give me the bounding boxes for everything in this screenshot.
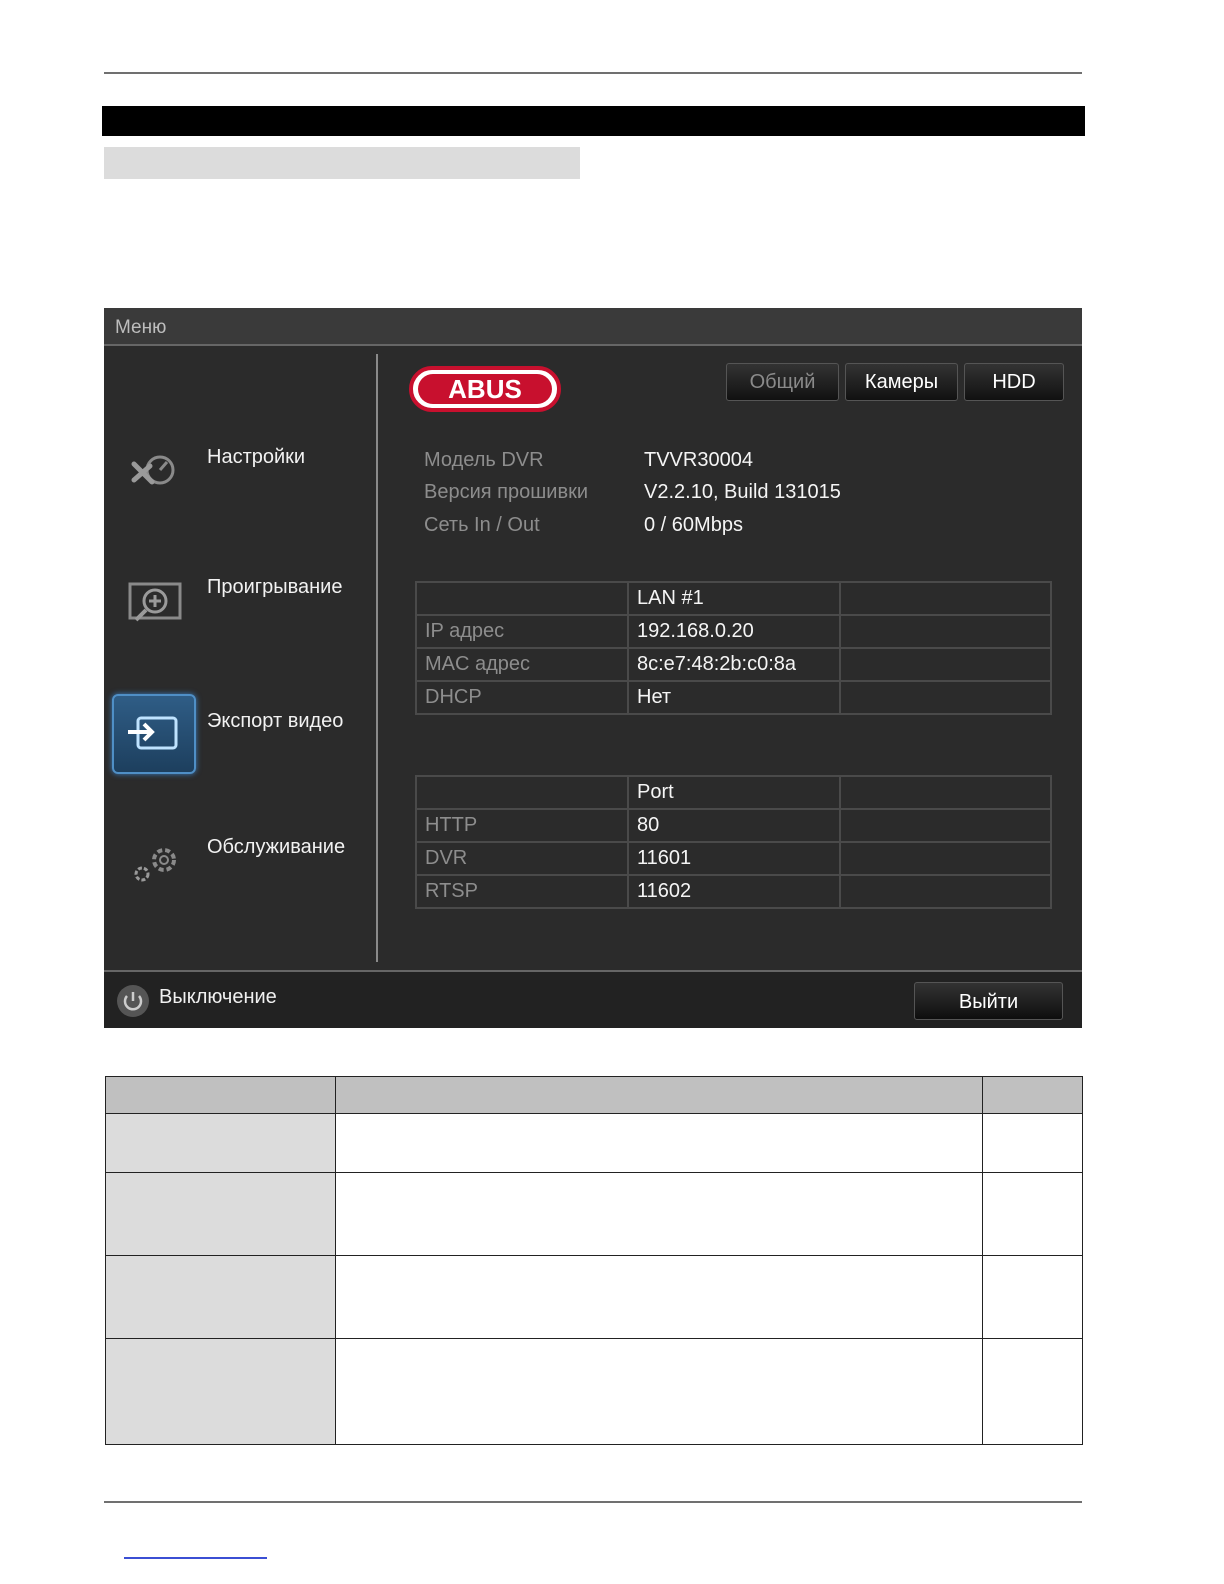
description-table	[105, 1076, 1083, 1445]
table-cell	[335, 1255, 983, 1339]
table-row: HTTP 80	[415, 808, 1052, 843]
table-cell	[839, 841, 1052, 876]
table-cell	[839, 614, 1052, 649]
dhcp-label: DHCP	[415, 680, 629, 715]
mac-label: MAC адрес	[415, 647, 629, 682]
table-cell	[982, 1172, 1083, 1256]
table-row: IP адрес 192.168.0.20	[415, 614, 1052, 649]
logo-text: ABUS	[448, 374, 522, 404]
table-cell	[105, 1338, 336, 1445]
ip-label: IP адрес	[415, 614, 629, 649]
table-cell	[839, 680, 1052, 715]
table-cell	[105, 1113, 336, 1173]
table-row: MAC адрес 8c:e7:48:2b:c0:8a	[415, 647, 1052, 682]
table-cell	[982, 1338, 1083, 1445]
playback-film-icon	[112, 560, 196, 640]
bottom-rule	[104, 1501, 1082, 1503]
sidebar-divider	[376, 354, 378, 962]
sidebar-item-settings[interactable]: Настройки	[112, 430, 374, 512]
abus-logo: ABUS	[409, 366, 561, 412]
table-cell	[415, 775, 629, 810]
gears-icon	[112, 820, 196, 900]
http-port-value: 80	[627, 808, 841, 843]
sidebar-item-maintenance[interactable]: Обслуживание	[112, 820, 374, 902]
table-row	[105, 1255, 1083, 1339]
lan-table: LAN #1 IP адрес 192.168.0.20 MAC адрес 8…	[415, 581, 1052, 715]
network-value: 0 / 60Mbps	[644, 514, 743, 536]
rtsp-label: RTSP	[415, 874, 629, 909]
window-title: Меню	[115, 317, 167, 338]
table-header-cell	[982, 1076, 1083, 1114]
table-row: RTSP 11602	[415, 874, 1052, 909]
table-row: DHCP Нет	[415, 680, 1052, 715]
table-cell	[982, 1255, 1083, 1339]
table-cell	[839, 874, 1052, 909]
footer-link-underline[interactable]	[124, 1557, 267, 1559]
table-cell	[105, 1255, 336, 1339]
sidebar-item-label: Обслуживание	[207, 836, 346, 858]
section-header-bar	[102, 106, 1085, 136]
table-cell	[415, 581, 629, 616]
export-folder-icon	[112, 694, 196, 774]
tab-hdd[interactable]: HDD	[964, 363, 1064, 401]
dvr-model-value: TVVR30004	[644, 449, 753, 471]
table-header-cell: LAN #1	[627, 581, 841, 616]
table-cell	[839, 775, 1052, 810]
sidebar-item-export-video[interactable]: Экспорт видео	[112, 694, 374, 776]
table-cell	[105, 1172, 336, 1256]
sidebar-item-label: Проигрывание	[207, 576, 343, 598]
table-row	[105, 1172, 1083, 1256]
table-header-row	[105, 1076, 1083, 1114]
network-label: Сеть In / Out	[424, 514, 540, 536]
shutdown-button[interactable]: Выключение	[159, 986, 277, 1009]
table-header-cell	[335, 1076, 983, 1114]
dvr-port-value: 11601	[627, 841, 841, 876]
table-cell	[982, 1113, 1083, 1173]
http-label: HTTP	[415, 808, 629, 843]
table-row	[105, 1338, 1083, 1445]
table-header-row: Port	[415, 775, 1052, 810]
firmware-value: V2.2.10, Build 131015	[644, 481, 841, 503]
table-header-cell: Port	[627, 775, 841, 810]
tab-cameras[interactable]: Камеры	[845, 363, 958, 401]
bottom-bar: Выключение Выйти	[104, 970, 1082, 1028]
settings-tools-icon	[112, 430, 196, 510]
table-cell	[839, 581, 1052, 616]
exit-button[interactable]: Выйти	[914, 982, 1063, 1020]
table-cell	[839, 647, 1052, 682]
table-row	[105, 1113, 1083, 1173]
tab-general[interactable]: Общий	[726, 363, 839, 401]
top-rule	[104, 72, 1082, 74]
dvr-model-label: Модель DVR	[424, 449, 544, 471]
sidebar-item-label: Настройки	[207, 446, 306, 468]
table-row: DVR 11601	[415, 841, 1052, 876]
dvr-screen: Меню Настройки Проигрывание Экспорт виде…	[104, 308, 1082, 1028]
firmware-label: Версия прошивки	[424, 481, 588, 503]
port-table: Port HTTP 80 DVR 11601 RTSP 11602	[415, 775, 1052, 909]
mac-value: 8c:e7:48:2b:c0:8a	[627, 647, 841, 682]
table-header-row: LAN #1	[415, 581, 1052, 616]
ip-value: 192.168.0.20	[627, 614, 841, 649]
dhcp-value: Нет	[627, 680, 841, 715]
table-cell	[335, 1338, 983, 1445]
sidebar-item-playback[interactable]: Проигрывание	[112, 560, 374, 642]
window-title-bar: Меню	[104, 308, 1082, 346]
table-cell	[335, 1172, 983, 1256]
rtsp-port-value: 11602	[627, 874, 841, 909]
table-cell	[335, 1113, 983, 1173]
dvr-label: DVR	[415, 841, 629, 876]
table-header-cell	[105, 1076, 336, 1114]
power-icon[interactable]	[116, 984, 150, 1018]
subsection-header-bar	[104, 147, 580, 179]
sidebar-item-label: Экспорт видео	[207, 710, 344, 732]
table-cell	[839, 808, 1052, 843]
